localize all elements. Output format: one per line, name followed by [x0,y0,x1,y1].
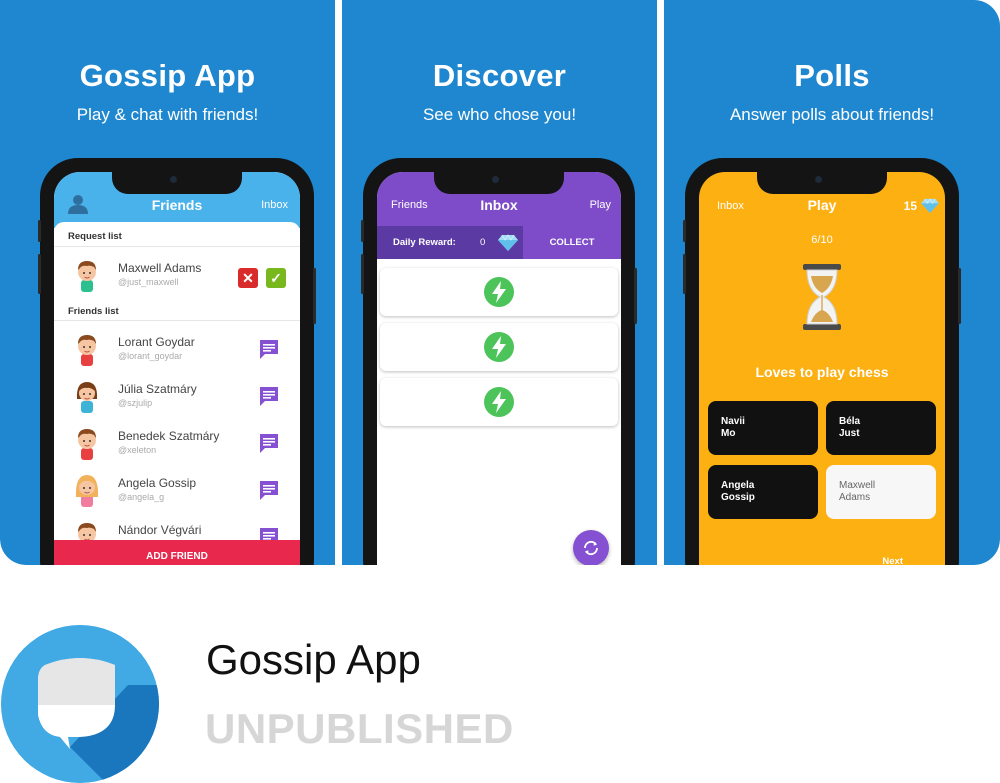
request-row: Maxwell Adams @just_maxwell ✕ ✓ [54,252,300,300]
option-first-name: Maxwell [839,480,876,491]
next-button[interactable]: Next [882,556,903,565]
lightning-icon [483,331,515,363]
panel-title: Discover [432,58,567,93]
chat-icon[interactable] [258,385,280,407]
option-first-name: Navii [721,416,745,427]
reject-request-button[interactable]: ✕ [238,268,258,288]
option-last-name: Gossip [721,492,755,503]
inbox-message-card[interactable] [380,378,618,426]
friend-name: Lorant Goydar [118,335,195,349]
option-last-name: Just [839,428,860,439]
avatar [72,424,102,460]
request-list-label: Request list [68,231,122,242]
chat-icon[interactable] [258,432,280,454]
poll-option[interactable]: Maxwell Adams [826,465,936,519]
poll-progress: 6/10 [811,234,833,246]
poll-option[interactable]: Navii Mo [708,401,818,455]
poll-option[interactable]: Béla Just [826,401,936,455]
avatar [72,471,102,507]
friend-row[interactable]: Lorant Goydar @lorant_goydar [54,326,300,374]
friend-row[interactable]: Júlia Szatmáry @szjulip [54,373,300,421]
coin-count: 15 [903,199,917,213]
screenshot-strip: Gossip App Play & chat with friends! Fri… [0,0,1000,565]
add-friend-button[interactable]: ADD FRIEND [54,540,300,565]
lightning-icon [483,386,515,418]
option-last-name: Mo [721,428,736,439]
avatar [72,377,102,413]
refresh-button[interactable] [573,530,609,565]
friend-name: Nándor Végvári [118,523,202,537]
daily-reward-value: 0 [480,237,486,248]
panel-title: Polls [794,58,870,93]
avatar [72,330,102,366]
panel-subtitle: Play & chat with friends! [76,105,259,124]
option-first-name: Béla [839,416,861,427]
phone-screen: Friends Inbox Play Daily Reward: 0 COLLE… [377,172,621,565]
friend-name: Benedek Szatmáry [118,429,220,443]
poll-question: Loves to play chess [755,364,889,380]
publish-status: UNPUBLISHED [205,705,514,752]
refresh-icon [584,540,598,556]
daily-reward-label: Daily Reward: [393,237,456,248]
inbox-message-card[interactable] [380,323,618,371]
phone-notch [112,172,242,194]
panel-title: Gossip App [79,58,256,93]
friends-list-label: Friends list [68,306,119,317]
collect-button[interactable]: COLLECT [523,226,621,259]
accept-request-button[interactable]: ✓ [266,268,286,288]
phone-screen: Friends Inbox Request list Maxwell Adams… [54,172,300,565]
app-listing-page: Gossip App Play & chat with friends! Fri… [0,0,1000,783]
screenshot-panel-friends[interactable]: Gossip App Play & chat with friends! Fri… [0,0,335,565]
friend-handle: @lorant_goydar [118,351,183,361]
lightning-icon [483,276,515,308]
friend-name: Maxwell Adams [118,261,202,275]
friends-card: Request list Maxwell Adams @just_maxwell… [54,222,300,565]
friend-name: Angela Gossip [118,476,197,490]
phone-screen: Inbox Play 15 6/10 Loves to play chess N… [699,172,945,565]
phone-mockup: Friends Inbox Play Daily Reward: 0 COLLE… [361,158,637,565]
phone-notch [434,172,564,194]
friend-row[interactable]: Benedek Szatmáry @xeleton [54,420,300,468]
friend-row[interactable]: Angela Gossip @angela_g [54,467,300,515]
daily-reward-bar: Daily Reward: 0 COLLECT [377,226,621,259]
chat-icon[interactable] [258,479,280,501]
poll-option[interactable]: Angela Gossip [708,465,818,519]
screen-title: Inbox [480,197,518,213]
play-link[interactable]: Play [590,199,611,211]
option-first-name: Angela [721,480,755,491]
panel-subtitle: Answer polls about friends! [729,105,935,124]
avatar [72,256,102,292]
screenshot-panel-polls[interactable]: Polls Answer polls about friends! Inbox … [664,0,1000,565]
friend-name: Júlia Szatmáry [118,382,197,396]
inbox-link[interactable]: Inbox [261,199,288,211]
friend-handle: @szjulip [118,398,153,408]
app-name: Gossip App [206,636,421,683]
phone-notch [757,172,887,194]
phone-mockup: Friends Inbox Request list Maxwell Adams… [38,158,316,565]
hourglass-icon [803,264,841,330]
inbox-message-card[interactable] [380,268,618,316]
chat-icon[interactable] [258,338,280,360]
diamond-icon [498,234,518,251]
phone-mockup: Inbox Play 15 6/10 Loves to play chess N… [683,158,961,565]
option-last-name: Adams [839,492,871,503]
panel-subtitle: See who chose you! [422,105,577,124]
diamond-icon [921,198,939,213]
friend-handle: @just_maxwell [118,277,179,287]
screenshot-panel-discover[interactable]: Discover See who chose you! Friends Inbo… [342,0,657,565]
friend-handle: @xeleton [118,445,157,455]
friend-handle: @angela_g [118,492,165,502]
app-icon[interactable] [0,625,160,783]
